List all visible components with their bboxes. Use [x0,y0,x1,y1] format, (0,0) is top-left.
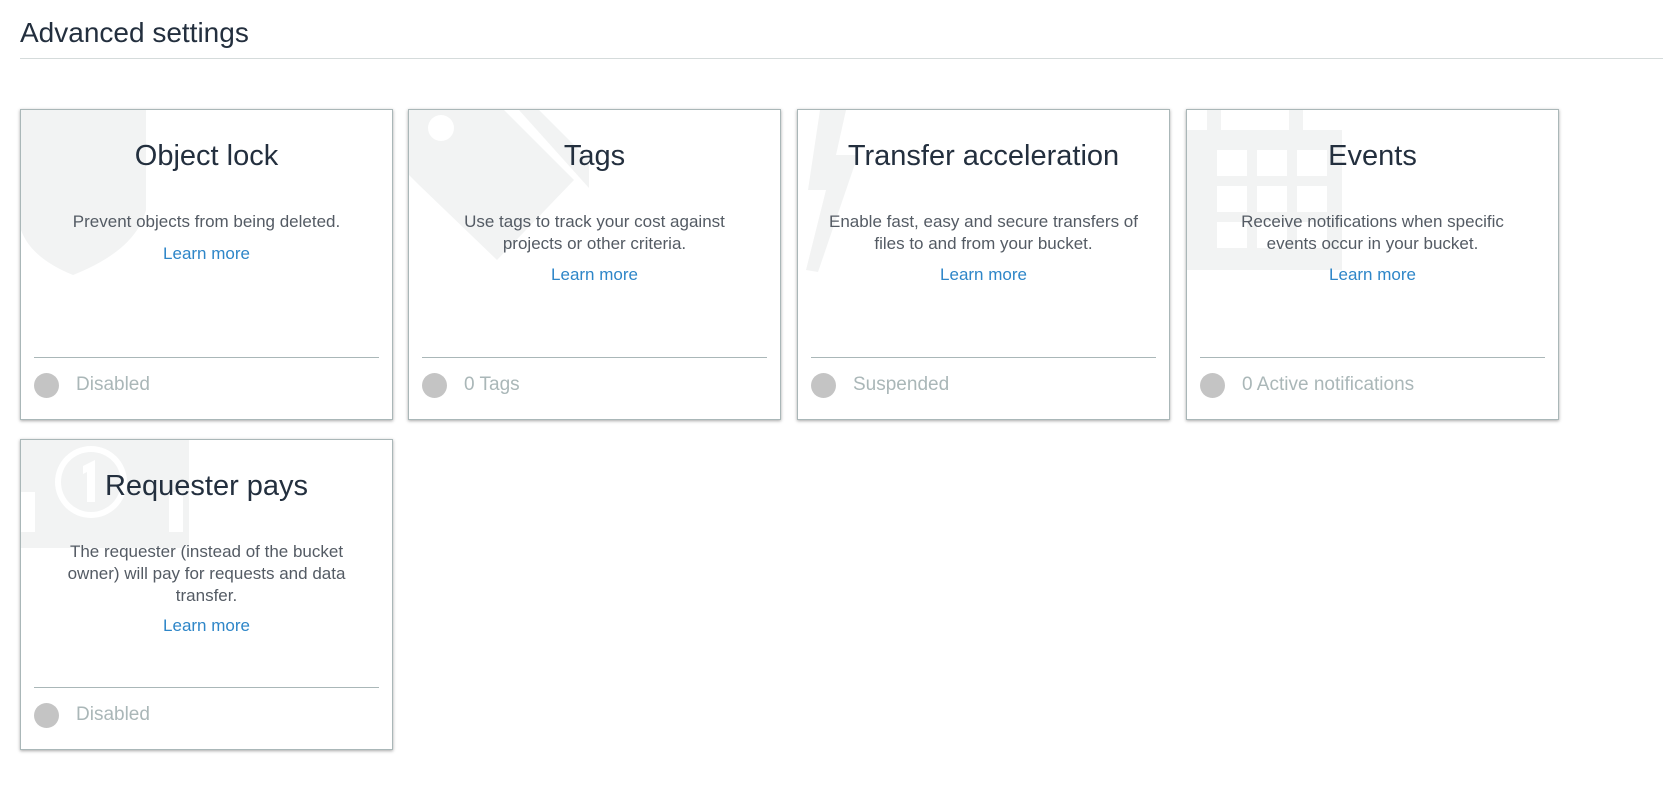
card-title: Events [1328,140,1417,172]
status-dot-icon [811,372,836,398]
card-title: Requester pays [104,470,309,502]
card-divider [34,357,379,358]
learn-more-link[interactable]: Learn more [940,265,1027,285]
status-text: 0 Active notifications [1242,374,1415,395]
learn-more-wrapper: Learn more [798,265,1169,285]
status-text: Disabled [76,704,150,725]
status-dot-icon [34,372,59,398]
status-dot-icon [1200,372,1225,398]
learn-more-wrapper: Learn more [1187,265,1558,285]
card-divider [811,357,1156,358]
transfer-acceleration-card[interactable]: Transfer acceleration Enable fast, easy … [797,109,1170,420]
section-divider [20,58,1663,59]
card-title: Transfer acceleration [847,140,1120,172]
learn-more-wrapper: Learn more [409,265,780,285]
status-text: 0 Tags [464,374,520,395]
status-indicator: 0 Active notifications [1200,372,1414,398]
card-divider [1200,357,1545,358]
requester-pays-card[interactable]: Requester pays The requester (instead of… [20,439,393,750]
card-divider [34,687,379,688]
learn-more-wrapper: Learn more [21,616,392,636]
tags-card[interactable]: Tags Use tags to track your cost against… [408,109,781,420]
status-indicator: Suspended [811,372,949,398]
status-indicator: Disabled [34,372,150,398]
learn-more-link[interactable]: Learn more [551,265,638,285]
advanced-settings-page: Advanced settings Object lock Prevent ob… [0,0,1663,804]
learn-more-wrapper: Learn more [21,244,392,264]
card-title: Object lock [134,140,279,172]
card-divider [422,357,767,358]
object-lock-card[interactable]: Object lock Prevent objects from being d… [20,109,393,420]
learn-more-link[interactable]: Learn more [1329,265,1416,285]
events-card[interactable]: Events Receive notifications when specif… [1186,109,1559,420]
section-title: Advanced settings [20,17,249,48]
status-dot-icon [34,702,59,728]
learn-more-link[interactable]: Learn more [163,244,250,264]
card-description: Enable fast, easy and secure transfers o… [828,212,1138,253]
card-description: Receive notifications when specific even… [1241,212,1504,253]
card-description: The requester (instead of the bucket own… [67,542,346,605]
status-indicator: 0 Tags [422,372,520,398]
learn-more-link[interactable]: Learn more [163,616,250,636]
card-description: Prevent objects from being deleted. [72,212,341,231]
status-text: Disabled [76,374,150,395]
card-description: Use tags to track your cost against proj… [464,212,725,253]
status-text: Suspended [853,374,950,395]
status-dot-icon [422,372,447,398]
status-indicator: Disabled [34,702,150,728]
card-title: Tags [563,140,626,172]
